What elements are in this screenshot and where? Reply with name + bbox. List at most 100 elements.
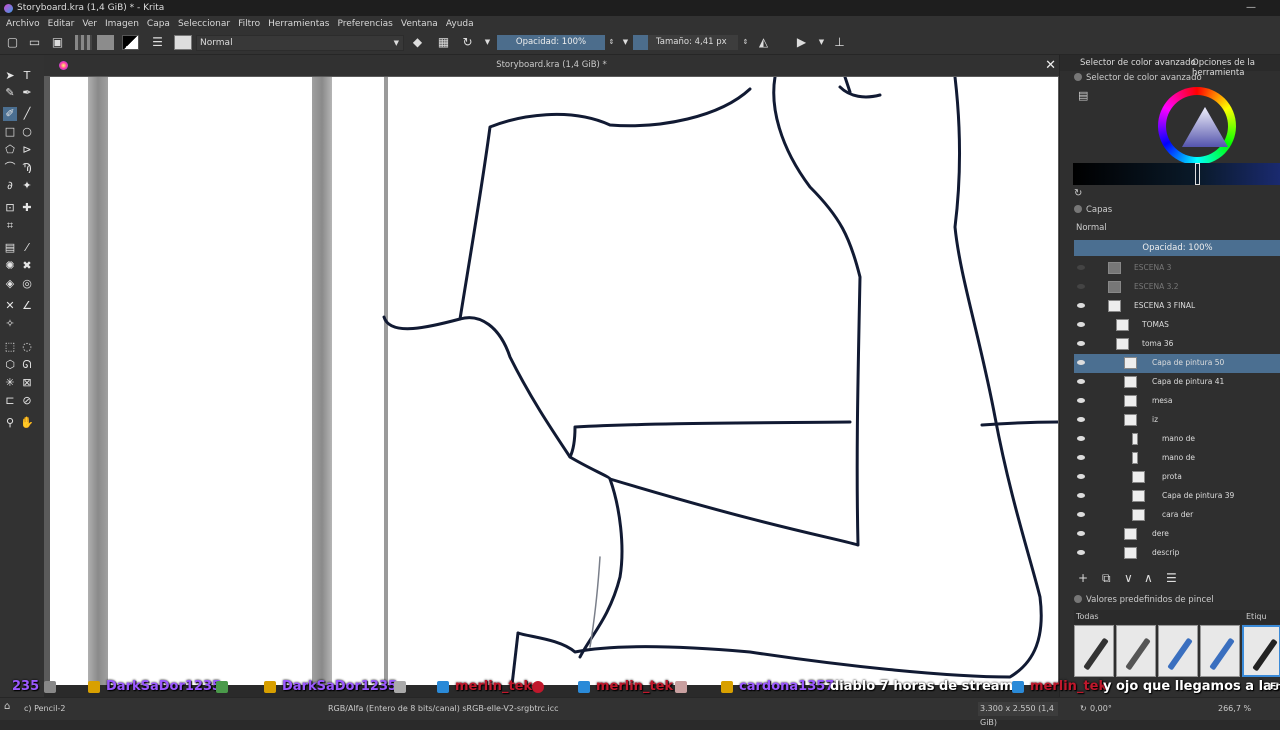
minimize-icon[interactable]: — <box>1246 2 1256 13</box>
pattern-swatch-icon[interactable] <box>97 35 114 50</box>
brush-preset[interactable] <box>1200 625 1240 677</box>
move-up-icon[interactable]: ∧ <box>1144 571 1153 585</box>
tab-tool-options[interactable]: Opciones de la herramienta <box>1192 58 1280 78</box>
layer-row[interactable]: ESCENA 3 FINAL <box>1074 297 1280 316</box>
layer-row[interactable]: iz <box>1074 411 1280 430</box>
polygon-tool-icon[interactable]: ⬠ <box>3 143 17 157</box>
chevron-down-icon[interactable]: ▼ <box>618 35 633 50</box>
canvas-tab[interactable]: Storyboard.kra (1,4 GiB) * ✕ <box>44 55 1059 76</box>
layer-row[interactable]: prota <box>1074 468 1280 487</box>
polygon-select-icon[interactable]: ⬡ <box>3 358 17 372</box>
visibility-icon[interactable] <box>1077 512 1085 517</box>
color-picker-icon[interactable]: ⁄ <box>20 241 34 255</box>
panel-toggle-icon[interactable] <box>1074 205 1082 213</box>
visibility-icon[interactable] <box>1077 398 1085 403</box>
visibility-icon[interactable] <box>1077 455 1085 460</box>
status-dimensions[interactable]: 3.300 x 2.550 (1,4 GiB) <box>978 702 1058 727</box>
text-tool-icon[interactable]: T <box>20 69 34 83</box>
layer-row[interactable]: mano de <box>1074 430 1280 449</box>
wrap-around-icon[interactable]: ⊥ <box>832 35 847 50</box>
smart-patch-icon[interactable]: ✖ <box>20 259 34 273</box>
menu-ventana[interactable]: Ventana <box>401 19 438 29</box>
visibility-icon[interactable] <box>1077 322 1085 327</box>
layer-blend-mode[interactable]: Normal <box>1076 223 1107 233</box>
size-slider[interactable]: Tamaño: 4,41 px <box>648 35 738 50</box>
chevron-down-icon[interactable]: ▼ <box>480 35 495 50</box>
panel-toggle-icon[interactable] <box>1074 595 1082 603</box>
assistant-tool-icon[interactable]: ✕ <box>3 299 17 313</box>
layer-row[interactable]: Capa de pintura 41 <box>1074 373 1280 392</box>
mirror-vertical-icon[interactable]: ▶ <box>794 35 809 50</box>
visibility-icon[interactable] <box>1077 550 1085 555</box>
open-folder-icon[interactable]: ▭ <box>27 35 42 50</box>
spin-arrows-icon[interactable]: ⇕ <box>738 35 753 50</box>
zoom-tool-icon[interactable]: ⚲ <box>3 416 17 430</box>
layer-row[interactable]: dere <box>1074 525 1280 544</box>
menu-seleccionar[interactable]: Seleccionar <box>178 19 230 29</box>
layer-row[interactable]: descrip <box>1074 544 1280 563</box>
brush-preset[interactable] <box>1116 625 1156 677</box>
enclose-fill-icon[interactable]: ◎ <box>20 277 34 291</box>
visibility-icon[interactable] <box>1077 531 1085 536</box>
opacity-slider[interactable]: Opacidad: 100% <box>497 35 605 50</box>
gradient-tool-icon[interactable]: ▤ <box>3 241 17 255</box>
alpha-lock-icon[interactable]: ▦ <box>436 35 451 50</box>
settings-icon[interactable]: ▤ <box>1078 89 1088 102</box>
crop-tool-icon[interactable]: ⌗ <box>3 219 17 233</box>
menu-preferencias[interactable]: Preferencias <box>337 19 392 29</box>
close-icon[interactable]: ✕ <box>1045 58 1056 73</box>
colorize-mask-icon[interactable]: ✺ <box>3 259 17 273</box>
menu-editar[interactable]: Editar <box>48 19 75 29</box>
visibility-icon[interactable] <box>1077 284 1085 289</box>
status-rotation[interactable]: 0,00° <box>1090 704 1112 713</box>
similar-select-icon[interactable]: ⊠ <box>20 376 34 390</box>
rectangle-tool-icon[interactable]: □ <box>3 125 17 139</box>
brush-preset-icon[interactable] <box>174 35 192 50</box>
layer-row[interactable]: mesa <box>1074 392 1280 411</box>
chevron-down-icon[interactable]: ▼ <box>814 35 829 50</box>
tab-advanced-color-selector[interactable]: Selector de color avanzado <box>1080 58 1196 68</box>
brush-preset-selected[interactable] <box>1242 625 1280 677</box>
menu-capa[interactable]: Capa <box>147 19 170 29</box>
move-tool-icon[interactable]: ✚ <box>20 201 34 215</box>
visibility-icon[interactable] <box>1077 379 1085 384</box>
polyline-tool-icon[interactable]: ⊳ <box>20 143 34 157</box>
menu-archivo[interactable]: Archivo <box>6 19 40 29</box>
pan-tool-icon[interactable]: ✋ <box>20 416 34 430</box>
presets-tag-label[interactable]: Etiqu <box>1246 610 1267 624</box>
fg-bg-color-icon[interactable] <box>122 35 139 50</box>
save-icon[interactable]: ▣ <box>50 35 65 50</box>
panel-toggle-icon[interactable] <box>1074 73 1082 81</box>
bezier-select-icon[interactable]: ⊏ <box>3 394 17 408</box>
color-wheel[interactable] <box>1158 87 1236 165</box>
transform-tool-icon[interactable]: ⊡ <box>3 201 17 215</box>
presets-filter-select[interactable]: Todas Etiqu <box>1074 610 1280 624</box>
add-layer-icon[interactable]: + <box>1078 571 1088 585</box>
layer-properties-icon[interactable]: ☰ <box>1166 571 1177 585</box>
ellipse-select-icon[interactable]: ◌ <box>20 340 34 354</box>
gradient-swatch-icon[interactable] <box>75 35 92 50</box>
visibility-icon[interactable] <box>1077 265 1085 270</box>
layer-row[interactable]: mano de <box>1074 449 1280 468</box>
reload-icon[interactable]: ↻ <box>460 35 475 50</box>
line-tool-icon[interactable]: ╱ <box>20 107 34 121</box>
brush-settings-icon[interactable]: ☰ <box>150 35 165 50</box>
edit-shape-icon[interactable]: ✎ <box>3 86 17 100</box>
duplicate-layer-icon[interactable]: ⧉ <box>1102 571 1111 586</box>
visibility-icon[interactable] <box>1077 493 1085 498</box>
menu-ver[interactable]: Ver <box>82 19 97 29</box>
visibility-icon[interactable] <box>1077 360 1085 365</box>
layer-row[interactable]: TOMAS <box>1074 316 1280 335</box>
layer-opacity-slider[interactable]: Opacidad: 100% <box>1074 240 1280 256</box>
new-document-icon[interactable]: ▢ <box>5 35 20 50</box>
mirror-horizontal-icon[interactable]: ◭ <box>756 35 771 50</box>
dynamic-brush-icon[interactable]: ∂ <box>3 179 17 193</box>
value-slider[interactable] <box>1073 163 1280 185</box>
magnetic-select-icon[interactable]: ⊘ <box>20 394 34 408</box>
visibility-icon[interactable] <box>1077 341 1085 346</box>
move-down-icon[interactable]: ∨ <box>1124 571 1133 585</box>
bezier-tool-icon[interactable]: ⌒ <box>3 161 17 175</box>
menu-herramientas[interactable]: Herramientas <box>268 19 329 29</box>
brush-preset[interactable] <box>1074 625 1114 677</box>
reference-tool-icon[interactable]: ✧ <box>3 317 17 331</box>
